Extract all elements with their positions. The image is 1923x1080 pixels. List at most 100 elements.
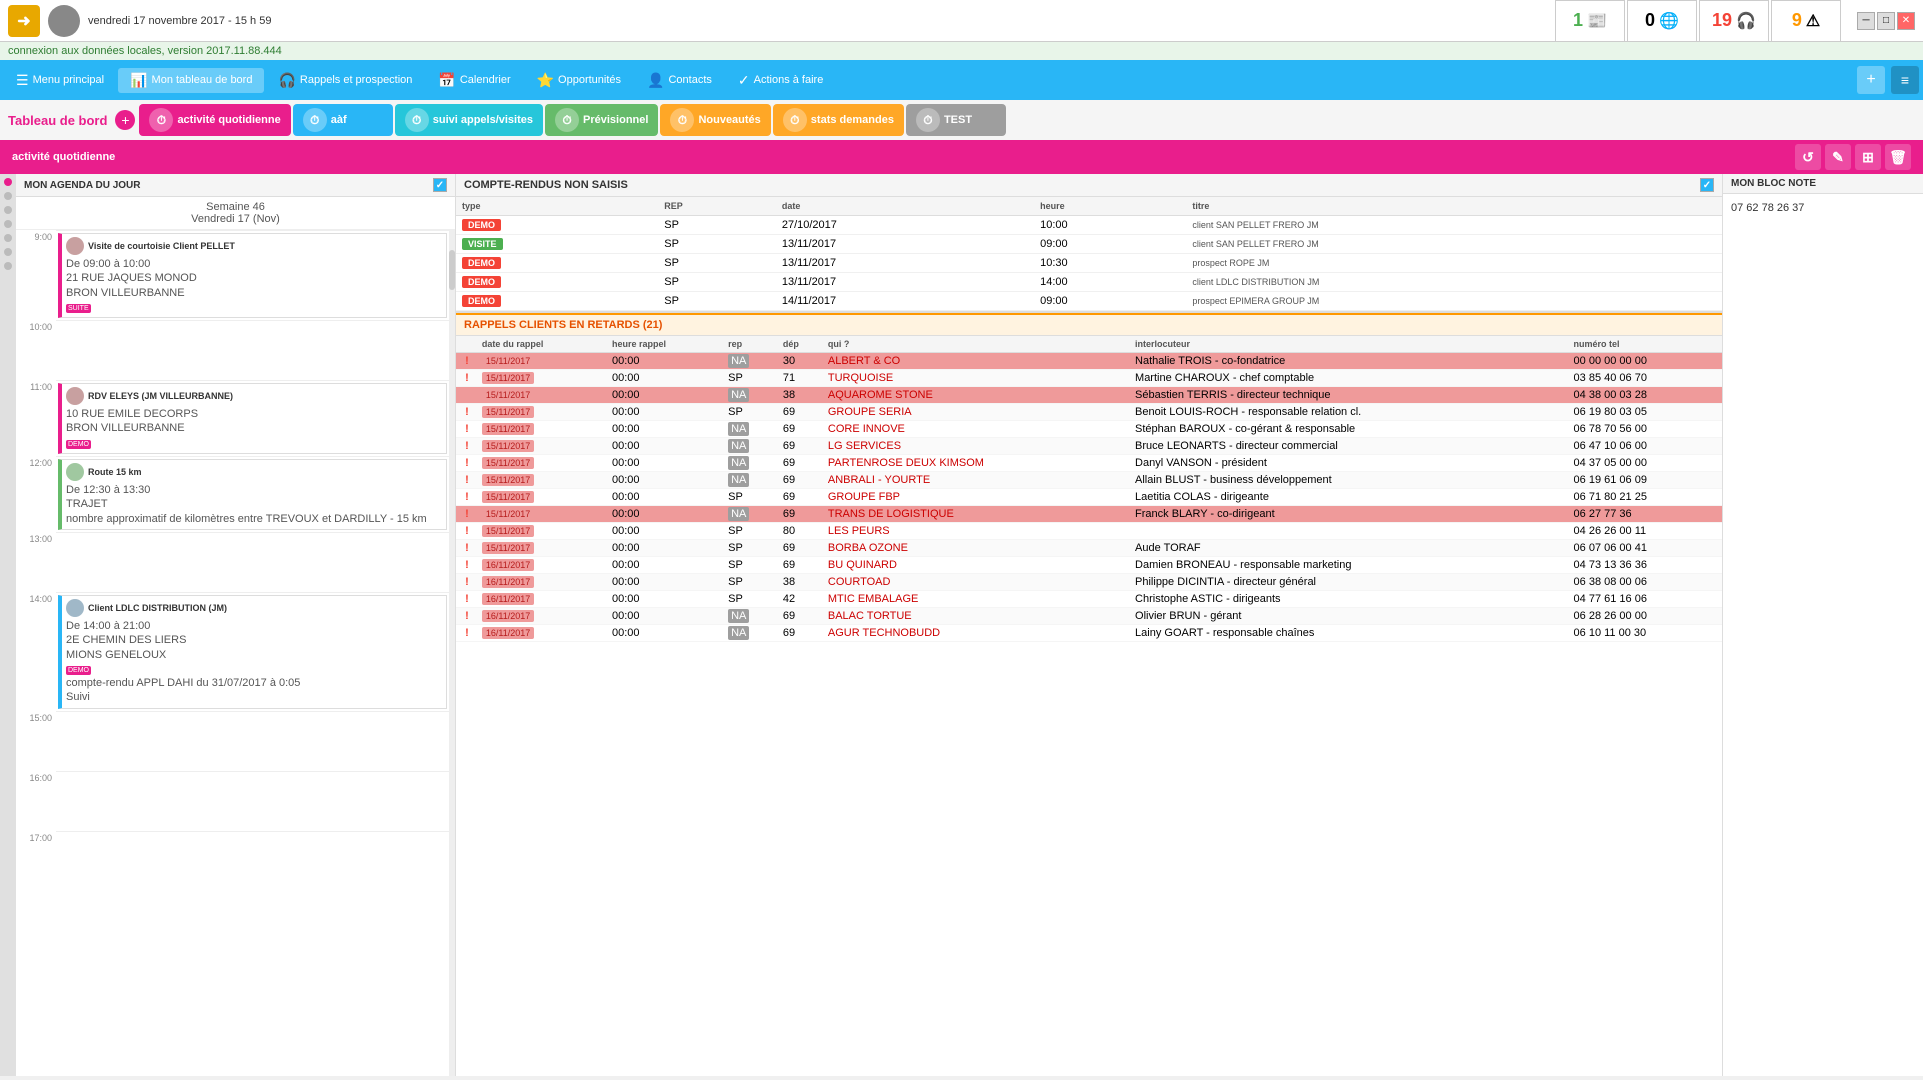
time-row-10: 10:00 bbox=[16, 320, 449, 380]
rappel-row[interactable]: ! 15/11/2017 00:00 NA 69 ANBRALI - YOURT… bbox=[456, 472, 1722, 489]
cr-row[interactable]: DEMO SP 14/11/2017 09:00 prospect EPIMER… bbox=[456, 292, 1722, 311]
rappel-row[interactable]: ! 16/11/2017 00:00 SP 38 COURTOAD Philip… bbox=[456, 574, 1722, 591]
indicator-calls[interactable]: 19 🎧 bbox=[1699, 0, 1769, 42]
nav-rappels[interactable]: 🎧 Rappels et prospection bbox=[266, 68, 424, 93]
event-visite-pellet[interactable]: Visite de courtoisie Client PELLET De 09… bbox=[58, 233, 447, 318]
time-row-14: 14:00 Client LDLC DISTRIBUTION (JM) De 1… bbox=[16, 592, 449, 711]
rappel-row[interactable]: ! 15/11/2017 00:00 NA 69 TRANS DE LOGIST… bbox=[456, 506, 1722, 523]
rappel-row[interactable]: ! 16/11/2017 00:00 NA 69 BALAC TORTUE Ol… bbox=[456, 608, 1722, 625]
cr-col-date: date bbox=[776, 197, 1034, 216]
nav-menu-principal[interactable]: ☰ Menu principal bbox=[4, 68, 116, 93]
rappel-row[interactable]: 15/11/2017 00:00 NA 38 AQUAROME STONE Sé… bbox=[456, 387, 1722, 404]
close-button[interactable]: ✕ bbox=[1897, 12, 1915, 30]
r-col-interlocuteur: interlocuteur bbox=[1131, 336, 1570, 353]
cr-title: COMPTE-RENDUS NON SAISIS bbox=[464, 179, 628, 191]
indicator-alerts[interactable]: 9 ⚠ bbox=[1771, 0, 1841, 42]
topbar: ➜ vendredi 17 novembre 2017 - 15 h 59 1 … bbox=[0, 0, 1923, 42]
tab-stats-demandes[interactable]: ⏱ stats demandes bbox=[773, 104, 904, 136]
sidebar-dot-5[interactable] bbox=[4, 234, 12, 242]
event-rdv-eleys[interactable]: RDV ELEYS (JM VILLEURBANNE) 10 RUE EMILE… bbox=[58, 383, 447, 454]
indicator-news[interactable]: 1 📰 bbox=[1555, 0, 1625, 42]
bloc-note-title: MON BLOC NOTE bbox=[1731, 178, 1816, 189]
cr-row[interactable]: DEMO SP 27/10/2017 10:00 client SAN PELL… bbox=[456, 216, 1722, 235]
cr-row[interactable]: VISITE SP 13/11/2017 09:00 client SAN PE… bbox=[456, 235, 1722, 254]
rappel-row[interactable]: ! 15/11/2017 00:00 NA 69 PARTENROSE DEUX… bbox=[456, 455, 1722, 472]
rappel-row[interactable]: ! 15/11/2017 00:00 NA 69 CORE INNOVE Sté… bbox=[456, 421, 1722, 438]
tab-icon-stats: ⏱ bbox=[783, 108, 807, 132]
cr-header: COMPTE-RENDUS NON SAISIS ✓ bbox=[456, 174, 1722, 197]
tab-icon-prev: ⏱ bbox=[555, 108, 579, 132]
tab-icon-test: ⏱ bbox=[916, 108, 940, 132]
rappels-scroll[interactable]: date du rappel heure rappel rep dép qui … bbox=[456, 336, 1722, 1076]
infobar: connexion aux données locales, version 2… bbox=[0, 42, 1923, 60]
r-col-qui: qui ? bbox=[824, 336, 1131, 353]
nav-contacts[interactable]: 👤 Contacts bbox=[635, 68, 724, 93]
rappels-title: RAPPELS CLIENTS EN RETARDS (21) bbox=[464, 319, 662, 331]
sidebar-dot-3[interactable] bbox=[4, 206, 12, 214]
sidebar-dot-2[interactable] bbox=[4, 192, 12, 200]
section-action-buttons: ↺ ✎ ⊞ 🗑 bbox=[1795, 144, 1911, 170]
rappel-row[interactable]: ! 15/11/2017 00:00 NA 30 ALBERT & CO Nat… bbox=[456, 353, 1722, 370]
agenda-scrollbar[interactable] bbox=[449, 230, 455, 1076]
nav-opportunites[interactable]: ⭐ Opportunités bbox=[525, 68, 633, 93]
rappel-row[interactable]: ! 15/11/2017 00:00 NA 69 LG SERVICES Bru… bbox=[456, 438, 1722, 455]
tab-suivi-appels[interactable]: ⏱ suivi appels/visites bbox=[395, 104, 543, 136]
time-row-15: 15:00 bbox=[16, 711, 449, 771]
cr-col-titre: titre bbox=[1186, 197, 1722, 216]
tab-test[interactable]: ⏱ TEST bbox=[906, 104, 1006, 136]
bloc-note-content[interactable]: 07 62 78 26 37 bbox=[1723, 194, 1923, 222]
rappel-row[interactable]: ! 16/11/2017 00:00 NA 69 AGUR TECHNOBUDD… bbox=[456, 625, 1722, 642]
sidebar-dot-4[interactable] bbox=[4, 220, 12, 228]
cr-row[interactable]: DEMO SP 13/11/2017 10:30 prospect ROPE J… bbox=[456, 254, 1722, 273]
rappel-row[interactable]: ! 16/11/2017 00:00 SP 42 MTIC EMBALAGE C… bbox=[456, 591, 1722, 608]
tab-previsionnel[interactable]: ⏱ Prévisionnel bbox=[545, 104, 658, 136]
tab-activite-quotidienne[interactable]: ⏱ activité quotidienne bbox=[139, 104, 290, 136]
tab-icon-aaf: ⏱ bbox=[303, 108, 327, 132]
window-controls: ─ □ ✕ bbox=[1857, 12, 1915, 30]
rappels-section: RAPPELS CLIENTS EN RETARDS (21) date du … bbox=[456, 313, 1722, 1076]
indicators-bar: 1 📰 0 🌐 19 🎧 9 ⚠ bbox=[1555, 0, 1841, 42]
rappel-row[interactable]: ! 15/11/2017 00:00 SP 69 GROUPE FBP Laet… bbox=[456, 489, 1722, 506]
minimize-button[interactable]: ─ bbox=[1857, 12, 1875, 30]
cr-row[interactable]: DEMO SP 13/11/2017 14:00 client LDLC DIS… bbox=[456, 273, 1722, 292]
event-route[interactable]: Route 15 km De 12:30 à 13:30 TRAJET nomb… bbox=[58, 459, 447, 530]
tab-aaf[interactable]: ⏱ aàf bbox=[293, 104, 393, 136]
restore-button[interactable]: □ bbox=[1877, 12, 1895, 30]
event-ldlc[interactable]: Client LDLC DISTRIBUTION (JM) De 14:00 à… bbox=[58, 595, 447, 709]
bloc-note-column: MON BLOC NOTE 07 62 78 26 37 bbox=[1723, 174, 1923, 1076]
section-header: activité quotidienne ↺ ✎ ⊞ 🗑 bbox=[0, 140, 1923, 174]
actions-icon: ✓ bbox=[738, 72, 750, 89]
rappel-row[interactable]: ! 15/11/2017 00:00 SP 69 BORBA OZONE Aud… bbox=[456, 540, 1722, 557]
delete-button[interactable]: 🗑 bbox=[1885, 144, 1911, 170]
sidebar-dot-6[interactable] bbox=[4, 248, 12, 256]
nav-tableau-de-bord[interactable]: 📊 Mon tableau de bord bbox=[118, 68, 264, 93]
cr-col-type: type bbox=[456, 197, 658, 216]
opportunites-icon: ⭐ bbox=[537, 72, 554, 89]
cr-checkbox[interactable]: ✓ bbox=[1700, 178, 1714, 192]
dashboard-header: Tableau de bord + ⏱ activité quotidienne… bbox=[0, 100, 1923, 140]
rappel-row[interactable]: ! 16/11/2017 00:00 SP 69 BU QUINARD Dami… bbox=[456, 557, 1722, 574]
time-row-16: 16:00 bbox=[16, 771, 449, 831]
grid-button[interactable]: ⊞ bbox=[1855, 144, 1881, 170]
dashboard-title: Tableau de bord bbox=[8, 113, 107, 128]
sidebar-dot-1[interactable] bbox=[4, 178, 12, 186]
rappel-row[interactable]: ! 15/11/2017 00:00 SP 71 TURQUOISE Marti… bbox=[456, 370, 1722, 387]
r-col-heure: heure rappel bbox=[608, 336, 724, 353]
nav-calendrier[interactable]: 📅 Calendrier bbox=[426, 68, 522, 93]
add-dashboard-button[interactable]: + bbox=[115, 110, 135, 130]
navbar-hamburger-button[interactable]: ≡ bbox=[1891, 66, 1919, 94]
tab-nouveautes[interactable]: ⏱ Nouveautés bbox=[660, 104, 770, 136]
refresh-button[interactable]: ↺ bbox=[1795, 144, 1821, 170]
rappel-row[interactable]: ! 15/11/2017 00:00 SP 80 LES PEURS 04 26… bbox=[456, 523, 1722, 540]
navbar-add-button[interactable]: + bbox=[1857, 66, 1885, 94]
indicator-web[interactable]: 0 🌐 bbox=[1627, 0, 1697, 42]
rappel-row[interactable]: ! 15/11/2017 00:00 SP 69 GROUPE SERIA Be… bbox=[456, 404, 1722, 421]
sidebar-dot-7[interactable] bbox=[4, 262, 12, 270]
edit-button[interactable]: ✎ bbox=[1825, 144, 1851, 170]
nav-actions[interactable]: ✓ Actions à faire bbox=[726, 68, 835, 93]
tab-icon-speed: ⏱ bbox=[149, 108, 173, 132]
r-col-exclaim bbox=[456, 336, 478, 353]
agenda-body[interactable]: 9:00 Visite de courtoisie Client PELLET … bbox=[16, 230, 455, 1076]
time-row-17: 17:00 bbox=[16, 831, 449, 891]
agenda-checkbox[interactable]: ✓ bbox=[433, 178, 447, 192]
